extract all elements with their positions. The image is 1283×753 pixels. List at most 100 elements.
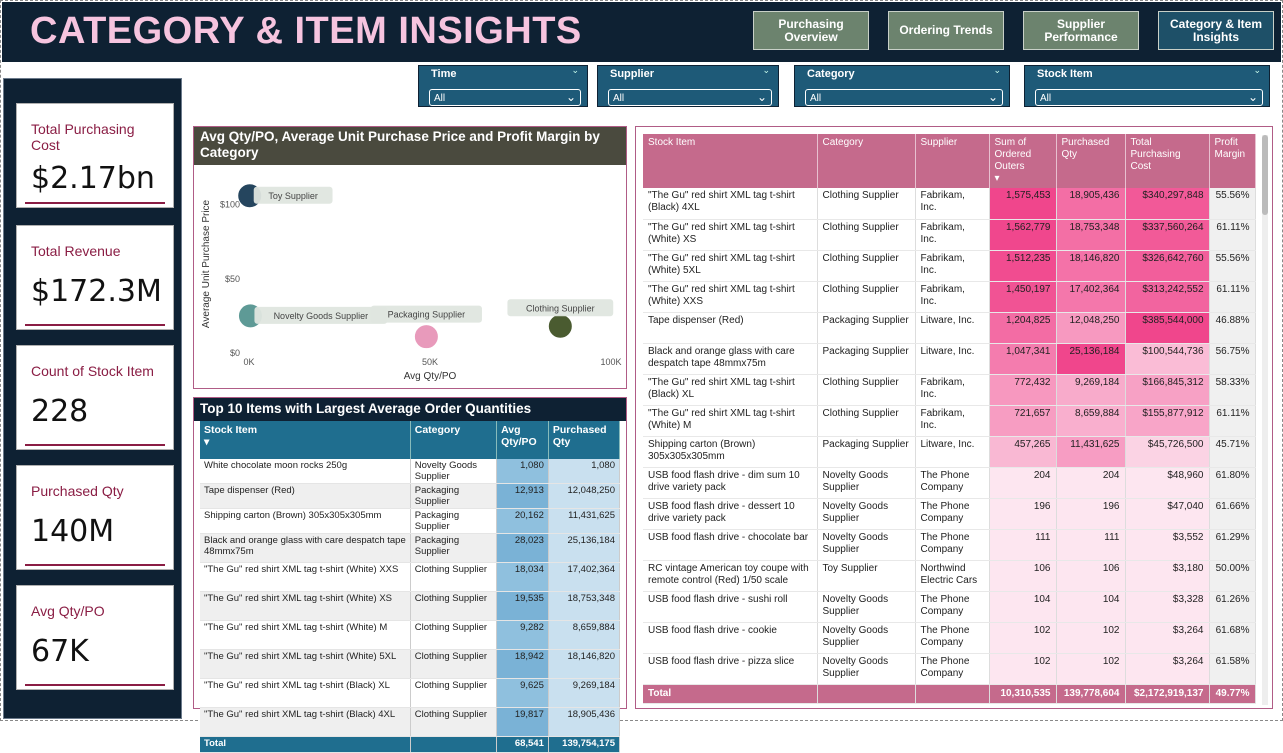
- table-row[interactable]: "The Gu" red shirt XML tag t-shirt (Blac…: [643, 188, 1256, 220]
- cell-category: Packaging Supplier: [817, 312, 916, 344]
- table-row[interactable]: "The Gu" red shirt XML tag t-shirt (Whit…: [643, 281, 1256, 313]
- cell-ordered-outers: 1,562,779: [989, 219, 1057, 251]
- kpi-card-avg-qty-po[interactable]: Avg Qty/PO 67K: [16, 585, 174, 690]
- kpi-value: 228: [31, 394, 89, 429]
- table-row[interactable]: USB food flash drive - chocolate bar Nove…: [643, 529, 1256, 561]
- table-row[interactable]: "The Gu" red shirt XML tag t-shirt (Whit…: [643, 405, 1256, 437]
- total-cell: [410, 736, 498, 753]
- nav-ordering-trends-button[interactable]: Ordering Trends: [888, 11, 1004, 50]
- total-cell: 139,778,604: [1056, 684, 1126, 704]
- cell-stock-item: "The Gu" red shirt XML tag t-shirt (Blac…: [200, 678, 411, 708]
- slicer-stock-item-dropdown[interactable]: All ⌄: [1035, 89, 1263, 106]
- kpi-card-total-purchasing-cost[interactable]: Total Purchasing Cost $2.17bn: [16, 103, 174, 208]
- slicer-stock-item[interactable]: Stock Item ⌄ All ⌄: [1024, 65, 1270, 107]
- cell-purchased-qty: 8,659,884: [1056, 405, 1126, 437]
- cell-purchased-qty: 102: [1056, 622, 1126, 654]
- total-cell: 139,754,175: [548, 736, 621, 753]
- table-row[interactable]: Black and orange glass with care despatc…: [643, 343, 1256, 375]
- slicer-category[interactable]: Category ⌄ All ⌄: [794, 65, 1010, 107]
- nav-supplier-performance-button[interactable]: Supplier Performance: [1023, 11, 1139, 50]
- cell-ordered-outers: 772,432: [989, 374, 1057, 406]
- table-row[interactable]: "The Gu" red shirt XML tag t-shirt (Whit…: [643, 219, 1256, 251]
- x-axis-label: Avg Qty/PO: [404, 371, 457, 382]
- table-row[interactable]: "The Gu" red shirt XML tag t-shirt (Whit…: [200, 649, 621, 679]
- scrollbar-thumb[interactable]: [1262, 135, 1268, 215]
- kpi-card-count-of-stock-item[interactable]: Count of Stock Item 228: [16, 345, 174, 450]
- table-row[interactable]: USB food flash drive - sushi roll Novelty…: [643, 591, 1256, 623]
- kpi-underline: [25, 324, 165, 326]
- header-stock-item[interactable]: Stock Item: [643, 134, 818, 188]
- table-row[interactable]: "The Gu" red shirt XML tag t-shirt (Blac…: [200, 707, 621, 737]
- cell-profit-margin: 50.00%: [1209, 560, 1256, 592]
- slicer-time-dropdown[interactable]: All ⌄: [429, 89, 581, 106]
- cell-category: Novelty Goods Supplier: [817, 591, 916, 623]
- slicer-time[interactable]: Time ⌄ All ⌄: [418, 65, 588, 107]
- cell-purchased-qty: 18,905,436: [548, 707, 621, 737]
- header-sum-of-ordered-outers[interactable]: Sum of Ordered Outers ▾: [989, 134, 1057, 188]
- top10-header-avg-qty-po[interactable]: Avg Qty/PO: [496, 421, 549, 459]
- table-row[interactable]: "The Gu" red shirt XML tag t-shirt (Whit…: [200, 620, 621, 650]
- cell-profit-margin: 61.58%: [1209, 653, 1256, 685]
- cell-purchased-qty: 9,269,184: [1056, 374, 1126, 406]
- cell-stock-item: "The Gu" red shirt XML tag t-shirt (Whit…: [643, 250, 818, 282]
- scatter-point[interactable]: [413, 324, 439, 350]
- cell-purchased-qty: 106: [1056, 560, 1126, 592]
- vertical-scrollbar[interactable]: [1262, 135, 1268, 705]
- slicer-supplier[interactable]: Supplier ⌄ All ⌄: [597, 65, 779, 107]
- cell-category: Novelty Goods Supplier: [817, 622, 916, 654]
- header-profit-margin[interactable]: Profit Margin: [1209, 134, 1256, 188]
- x-tick-label: 100K: [600, 357, 621, 367]
- table-row[interactable]: Tape dispenser (Red) Packaging Supplier 12…: [200, 483, 621, 509]
- table-row[interactable]: USB food flash drive - pizza slice Novelt…: [643, 653, 1256, 685]
- kpi-card-purchased-qty[interactable]: Purchased Qty 140M: [16, 465, 174, 570]
- table-row[interactable]: USB food flash drive - dim sum 10 drive …: [643, 467, 1256, 499]
- total-cell: $2,172,919,137: [1125, 684, 1210, 704]
- table-row[interactable]: Tape dispenser (Red) Packaging Supplier Li…: [643, 312, 1256, 344]
- table-row[interactable]: "The Gu" red shirt XML tag t-shirt (Whit…: [643, 250, 1256, 282]
- top10-header-category[interactable]: Category: [410, 421, 498, 459]
- table-row[interactable]: "The Gu" red shirt XML tag t-shirt (Blac…: [200, 678, 621, 708]
- table-row[interactable]: USB food flash drive - dessert 10 drive …: [643, 498, 1256, 530]
- top10-header-purchased-qty[interactable]: Purchased Qty: [548, 421, 621, 459]
- header-total-purchasing-cost[interactable]: Total Purchasing Cost: [1125, 134, 1210, 188]
- kpi-card-total-revenue[interactable]: Total Revenue $172.3M: [16, 225, 174, 330]
- scatter-chart[interactable]: $0 $50 $100 0K 50K 100K Avg Qty/PO Average Unit…: [194, 165, 626, 388]
- cell-total-purchasing-cost: $3,552: [1125, 529, 1210, 561]
- cell-supplier: Litware, Inc.: [915, 436, 990, 468]
- table-row[interactable]: USB food flash drive - cookie Novelty Goo…: [643, 622, 1256, 654]
- cell-avg-qty-po: 18,034: [496, 562, 549, 592]
- table-row[interactable]: Black and orange glass with care despatc…: [200, 533, 621, 563]
- slicer-supplier-label: Supplier: [610, 68, 655, 80]
- cell-purchased-qty: 18,146,820: [1056, 250, 1126, 282]
- slicer-category-dropdown[interactable]: All ⌄: [805, 89, 1003, 106]
- scatter-point[interactable]: [547, 313, 573, 339]
- cell-profit-margin: 61.66%: [1209, 498, 1256, 530]
- nav-purchasing-overview-button[interactable]: Purchasing Overview: [753, 11, 869, 50]
- slicer-supplier-dropdown[interactable]: All ⌄: [608, 89, 772, 106]
- cell-total-purchasing-cost: $385,544,000: [1125, 312, 1210, 344]
- header-purchased-qty[interactable]: Purchased Qty: [1056, 134, 1126, 188]
- cell-purchased-qty: 17,402,364: [1056, 281, 1126, 313]
- x-tick-label: 0K: [243, 357, 254, 367]
- cell-stock-item: "The Gu" red shirt XML tag t-shirt (Whit…: [643, 219, 818, 251]
- top10-header-stock-item[interactable]: Stock Item ▾: [200, 421, 411, 459]
- table-row[interactable]: "The Gu" red shirt XML tag t-shirt (Blac…: [643, 374, 1256, 406]
- nav-category-item-insights-button[interactable]: Category & Item Insights: [1158, 11, 1274, 50]
- cell-stock-item: USB food flash drive - sushi roll: [643, 591, 818, 623]
- header-supplier[interactable]: Supplier: [915, 134, 990, 188]
- cell-supplier: The Phone Company: [915, 622, 990, 654]
- cell-ordered-outers: 1,450,197: [989, 281, 1057, 313]
- table-row[interactable]: RC vintage American toy coupe with remot…: [643, 560, 1256, 592]
- cell-stock-item: RC vintage American toy coupe with remot…: [643, 560, 818, 592]
- table-row[interactable]: "The Gu" red shirt XML tag t-shirt (Whit…: [200, 562, 621, 592]
- cell-purchased-qty: 196: [1056, 498, 1126, 530]
- table-row[interactable]: White chocolate moon rocks 250g Novelty G…: [200, 459, 621, 484]
- table-row[interactable]: Shipping carton (Brown) 305x305x305mm Pac…: [200, 508, 621, 534]
- table-row[interactable]: "The Gu" red shirt XML tag t-shirt (Whit…: [200, 591, 621, 621]
- table-row[interactable]: Shipping carton (Brown) 305x305x305mm Pac…: [643, 436, 1256, 468]
- cell-avg-qty-po: 9,282: [496, 620, 549, 650]
- header-category[interactable]: Category: [817, 134, 916, 188]
- kpi-label: Purchased Qty: [31, 483, 124, 499]
- y-tick-label: $0: [230, 348, 240, 358]
- chevron-down-icon: ⌄: [1253, 66, 1261, 76]
